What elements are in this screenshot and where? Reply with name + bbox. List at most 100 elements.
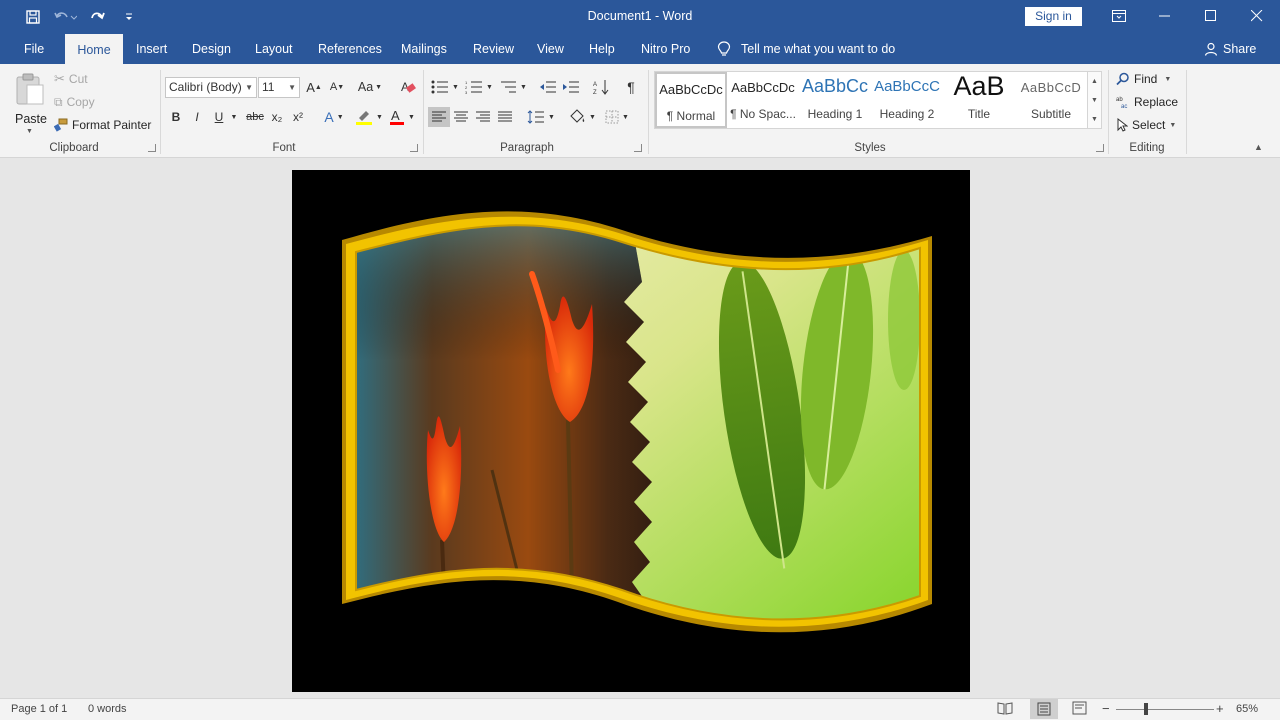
tab-view[interactable]: View <box>537 34 564 64</box>
zoom-in-icon[interactable]: + <box>1216 701 1224 716</box>
subscript-button[interactable]: x₂ <box>268 107 286 127</box>
paste-button[interactable]: Paste ▼ <box>12 70 47 138</box>
collapse-ribbon-icon[interactable]: ▲ <box>1254 142 1263 152</box>
web-layout-icon[interactable] <box>1072 701 1088 718</box>
group-separator <box>160 70 161 154</box>
tab-layout[interactable]: Layout <box>255 34 293 64</box>
clipboard-dialog-launcher[interactable] <box>148 144 156 152</box>
find-button[interactable]: Find ▼ <box>1116 69 1171 89</box>
format-painter-button[interactable]: Format Painter <box>54 115 151 135</box>
zoom-slider-thumb[interactable] <box>1144 703 1148 715</box>
gallery-more-icon[interactable]: ▼ <box>1088 110 1101 129</box>
group-separator <box>648 70 649 154</box>
minimize-icon[interactable] <box>1142 0 1188 32</box>
sort-icon[interactable]: AZ <box>592 77 610 97</box>
close-icon[interactable] <box>1234 0 1280 32</box>
gallery-down-icon[interactable]: ▼ <box>1088 91 1101 110</box>
tab-references[interactable]: References <box>318 34 382 64</box>
grow-font-icon[interactable]: A ▲ <box>305 77 323 97</box>
tab-mailings[interactable]: Mailings <box>401 34 447 64</box>
styles-gallery-scroll: ▲ ▼ ▼ <box>1088 71 1102 129</box>
styles-dialog-launcher[interactable] <box>1096 144 1104 152</box>
increase-indent-icon[interactable] <box>561 77 581 97</box>
find-label: Find <box>1134 72 1158 86</box>
read-mode-icon[interactable] <box>997 701 1013 718</box>
sign-in-button[interactable]: Sign in <box>1025 7 1082 26</box>
decrease-indent-icon[interactable] <box>538 77 558 97</box>
zoom-slider[interactable] <box>1116 709 1214 710</box>
select-button[interactable]: Select ▼ <box>1116 115 1176 135</box>
paintbrush-icon <box>54 118 68 132</box>
tab-design[interactable]: Design <box>192 34 231 64</box>
zoom-level[interactable]: 65% <box>1236 703 1258 715</box>
text-effects-icon: A <box>324 109 334 125</box>
multilevel-list-button[interactable]: ▼ <box>498 77 528 97</box>
show-paragraph-marks-icon[interactable]: ¶ <box>622 77 640 97</box>
style-sample: AaBbCcD <box>1020 80 1082 95</box>
print-layout-icon <box>1037 702 1051 716</box>
bold-button[interactable]: B <box>168 107 184 127</box>
underline-dropdown-icon[interactable]: ▼ <box>229 107 239 127</box>
strikethrough-button[interactable]: abc <box>244 107 266 127</box>
line-spacing-button[interactable]: ▼ <box>526 107 556 127</box>
share-button[interactable]: Share <box>1204 34 1256 64</box>
style-heading-2[interactable]: AaBbCcC Heading 2 <box>871 72 943 128</box>
replace-button[interactable]: ab ac Replace <box>1116 92 1178 112</box>
style-heading-1[interactable]: AaBbCc Heading 1 <box>799 72 871 128</box>
highlight-color-button[interactable]: ▼ <box>354 107 384 127</box>
italic-button[interactable]: I <box>190 107 204 127</box>
copy-button[interactable]: ⧉ Copy <box>54 92 95 112</box>
document-page[interactable] <box>292 170 970 692</box>
align-center-icon[interactable] <box>452 107 470 127</box>
cut-label: Cut <box>68 72 88 86</box>
style-no-spacing[interactable]: AaBbCcDc ¶ No Spac... <box>727 72 799 128</box>
document-title: Document1 - Word <box>587 9 693 23</box>
style-normal[interactable]: AaBbCcDc ¶ Normal <box>655 72 727 128</box>
style-title[interactable]: AaB Title <box>943 71 1015 128</box>
borders-button[interactable]: ▼ <box>602 107 632 127</box>
font-color-button[interactable]: A ▼ <box>387 107 417 127</box>
window-controls <box>1096 0 1280 32</box>
zoom-out-icon[interactable]: − <box>1102 701 1110 716</box>
align-left-icon[interactable] <box>428 107 450 127</box>
bullets-button[interactable]: ▼ <box>430 77 460 97</box>
shading-button[interactable]: ▼ <box>566 107 598 127</box>
align-right-icon[interactable] <box>474 107 492 127</box>
tell-me-box[interactable]: Tell me what you want to do <box>717 34 895 64</box>
ribbon: Paste ▼ ✂ Cut ⧉ Copy Format Painter Clip… <box>0 64 1280 158</box>
share-label: Share <box>1223 42 1257 56</box>
document-area[interactable] <box>0 158 1280 698</box>
change-case-button[interactable]: Aa ▼ <box>356 77 384 97</box>
font-name-dropdown[interactable]: Calibri (Body) ▼ <box>165 77 257 98</box>
tab-help[interactable]: Help <box>589 34 615 64</box>
tab-review[interactable]: Review <box>473 34 514 64</box>
tab-nitro-pro[interactable]: Nitro Pro <box>641 34 690 64</box>
tab-file[interactable]: File <box>24 34 44 64</box>
superscript-button[interactable]: x² <box>289 107 307 127</box>
shrink-font-icon[interactable]: A ▼ <box>328 77 346 97</box>
justify-icon[interactable] <box>496 107 514 127</box>
tab-insert[interactable]: Insert <box>136 34 167 64</box>
text-effects-button[interactable]: A ▼ <box>320 107 348 127</box>
numbering-button[interactable]: 1 2 3 ▼ <box>464 77 494 97</box>
underline-button[interactable]: U <box>211 107 227 127</box>
ribbon-display-options-icon[interactable] <box>1096 0 1142 32</box>
paste-dropdown-icon[interactable]: ▼ <box>26 128 33 135</box>
print-layout-button[interactable] <box>1030 699 1058 719</box>
font-dialog-launcher[interactable] <box>410 144 418 152</box>
page-count[interactable]: Page 1 of 1 <box>11 703 67 715</box>
word-count[interactable]: 0 words <box>88 703 127 715</box>
paragraph-dialog-launcher[interactable] <box>634 144 642 152</box>
wavy-framed-picture[interactable] <box>292 170 970 692</box>
search-icon <box>1116 72 1129 86</box>
maximize-icon[interactable] <box>1188 0 1234 32</box>
font-size-dropdown[interactable]: 11 ▼ <box>258 77 300 98</box>
clear-formatting-icon[interactable]: A <box>398 77 418 97</box>
style-subtitle[interactable]: AaBbCcD Subtitle <box>1015 72 1087 128</box>
cut-button[interactable]: ✂ Cut <box>54 69 88 89</box>
gallery-up-icon[interactable]: ▲ <box>1088 72 1101 91</box>
group-separator <box>423 70 424 154</box>
chevron-down-icon: ▼ <box>245 83 253 92</box>
tab-home[interactable]: Home <box>65 34 123 64</box>
numbering-icon: 123 <box>465 80 483 94</box>
